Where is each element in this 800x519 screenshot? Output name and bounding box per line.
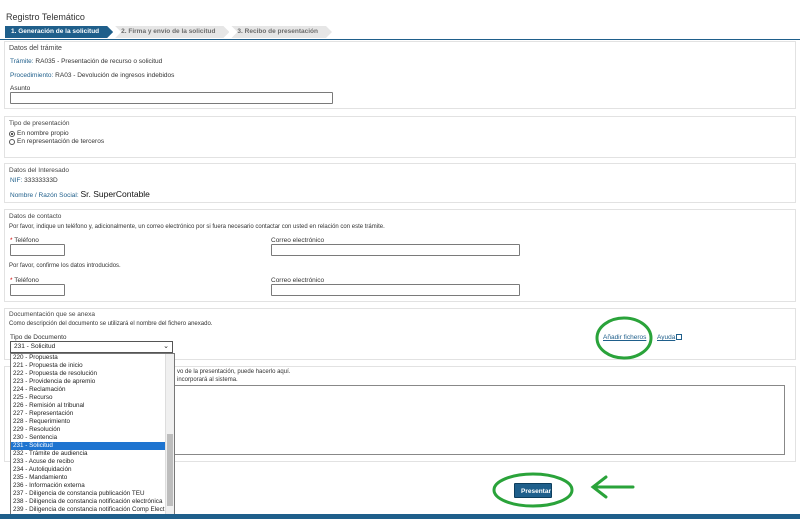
dropdown-option[interactable]: 235 - Mandamiento — [11, 474, 166, 482]
wizard-steps: 1. Generación de la solicitud 2. Firma y… — [5, 26, 334, 38]
dropdown-scrollbar-thumb[interactable] — [167, 434, 173, 506]
page-title: Registro Telemático — [6, 12, 85, 22]
radio-nombre-propio-label: En nombre propio — [17, 130, 69, 137]
dropdown-option[interactable]: 227 - Representación — [11, 410, 166, 418]
chevron-down-icon[interactable]: ⌄ — [163, 342, 169, 352]
section-title-tramite: Datos del trámite — [9, 45, 62, 52]
section-title-documentacion: Documentación que se anexa — [9, 311, 96, 318]
step-generacion: 1. Generación de la solicitud — [5, 26, 113, 38]
radio-representacion[interactable]: En representación de terceros — [9, 138, 104, 145]
dropdown-option[interactable]: 223 - Providencia de apremio — [11, 378, 166, 386]
add-files-link[interactable]: Añadir ficheros — [603, 334, 646, 341]
section-title-interesado: Datos del Interesado — [9, 167, 69, 174]
radio-unchecked-icon[interactable] — [9, 138, 15, 145]
tramite-value: RA035 - Presentación de recurso o solici… — [35, 58, 163, 65]
observaciones-line2: incorporará al sistema. — [177, 377, 238, 383]
nombre-value: Sr. SuperContable — [80, 189, 150, 199]
dropdown-option[interactable]: 222 - Propuesta de resolución — [11, 370, 166, 378]
nif-value: 33333333D — [24, 177, 58, 184]
contacto-intro: Por favor, indique un teléfono y, adicio… — [9, 224, 385, 230]
dropdown-option[interactable]: 229 - Resolución — [11, 426, 166, 434]
tipo-documento-select[interactable]: 231 - Solicitud ⌄ — [10, 341, 173, 353]
dropdown-option[interactable]: 226 - Remisión al tribunal — [11, 402, 166, 410]
dropdown-list: 220 - Propuesta 221 - Propuesta de inicio… — [11, 354, 174, 514]
section-title-presentacion: Tipo de presentación — [9, 120, 70, 127]
step-firma: 2. Firma y envío de la solicitud — [115, 26, 229, 38]
correo-confirm-label: Correo electrónico — [271, 277, 325, 284]
tipo-documento-selected: 231 - Solicitud — [14, 343, 56, 350]
dropdown-option[interactable]: 232 - Trámite de audiencia — [11, 450, 166, 458]
annotation-arrow-icon — [590, 475, 635, 499]
procedimiento-value: RA03 - Devolución de ingresos indebidos — [55, 72, 175, 79]
dropdown-option[interactable]: 236 - Información externa — [11, 482, 166, 490]
dropdown-option[interactable]: 221 - Propuesta de inicio — [11, 362, 166, 370]
presentar-button[interactable]: Presentar — [514, 483, 552, 498]
asunto-input[interactable] — [10, 92, 333, 104]
section-title-contacto: Datos de contacto — [9, 213, 62, 220]
dropdown-option[interactable]: 234 - Autoliquidación — [11, 466, 166, 474]
footer-bar — [0, 514, 800, 519]
telefono-confirm-input[interactable] — [10, 284, 65, 296]
radio-representacion-label: En representación de terceros — [17, 138, 105, 145]
help-link[interactable]: Ayuda — [657, 334, 675, 341]
step-recibo: 3. Recibo de presentación — [231, 26, 332, 38]
telefono-confirm-label-row: * Teléfono — [10, 277, 39, 284]
telefono-label: Teléfono — [14, 237, 39, 244]
dropdown-option[interactable]: 238 - Diligencia de constancia notificac… — [11, 498, 166, 506]
nif-row: NIF: 33333333D — [10, 177, 58, 184]
documentacion-description: Como descripción del documento se utiliz… — [9, 321, 213, 327]
radio-checked-icon[interactable] — [9, 130, 15, 137]
telefono-input[interactable] — [10, 244, 65, 256]
tipo-documento-label: Tipo de Documento — [10, 334, 67, 341]
nif-label: NIF: — [10, 177, 23, 184]
telefono-label-row: * Teléfono — [10, 237, 39, 244]
tramite-label: Trámite: — [10, 58, 34, 65]
procedimiento-row: Procedimiento: RA03 - Devolución de ingr… — [10, 72, 174, 79]
dropdown-option[interactable]: 230 - Sentencia — [11, 434, 166, 442]
asunto-label: Asunto — [10, 85, 31, 92]
observaciones-line1: vo de la presentación, puede hacerlo aqu… — [177, 369, 291, 375]
external-window-icon[interactable] — [676, 334, 682, 340]
observaciones-textarea[interactable] — [174, 385, 785, 455]
dropdown-option[interactable]: 228 - Requerimiento — [11, 418, 166, 426]
dropdown-option[interactable]: 225 - Recurso — [11, 394, 166, 402]
confirm-text: Por favor, confirme los datos introducid… — [9, 263, 121, 269]
dropdown-option[interactable]: 233 - Acuse de recibo — [11, 458, 166, 466]
dropdown-option[interactable]: 224 - Reclamación — [11, 386, 166, 394]
header-divider — [0, 39, 800, 40]
dropdown-option[interactable]: 231 - Solicitud — [11, 442, 166, 450]
tipo-documento-dropdown[interactable]: 220 - Propuesta 221 - Propuesta de inicio… — [10, 353, 175, 515]
dropdown-option[interactable]: 237 - Diligencia de constancia publicaci… — [11, 490, 166, 498]
dropdown-option[interactable]: 239 - Diligencia de constancia notificac… — [11, 506, 166, 514]
correo-input[interactable] — [271, 244, 520, 256]
required-mark: * — [10, 237, 13, 244]
procedimiento-label: Procedimiento: — [10, 72, 54, 79]
panel-presentacion — [4, 116, 796, 158]
telefono-confirm-label: Teléfono — [14, 277, 39, 284]
correo-label: Correo electrónico — [271, 237, 325, 244]
dropdown-scrollbar[interactable] — [165, 354, 174, 514]
tramite-row: Trámite: RA035 - Presentación de recurso… — [10, 58, 162, 65]
nombre-row: Nombre / Razón Social: Sr. SuperContable — [10, 189, 150, 199]
dropdown-option[interactable]: 220 - Propuesta — [11, 354, 166, 362]
required-mark: * — [10, 277, 13, 284]
correo-confirm-input[interactable] — [271, 284, 520, 296]
nombre-label: Nombre / Razón Social: — [10, 192, 79, 199]
radio-nombre-propio[interactable]: En nombre propio — [9, 130, 69, 137]
